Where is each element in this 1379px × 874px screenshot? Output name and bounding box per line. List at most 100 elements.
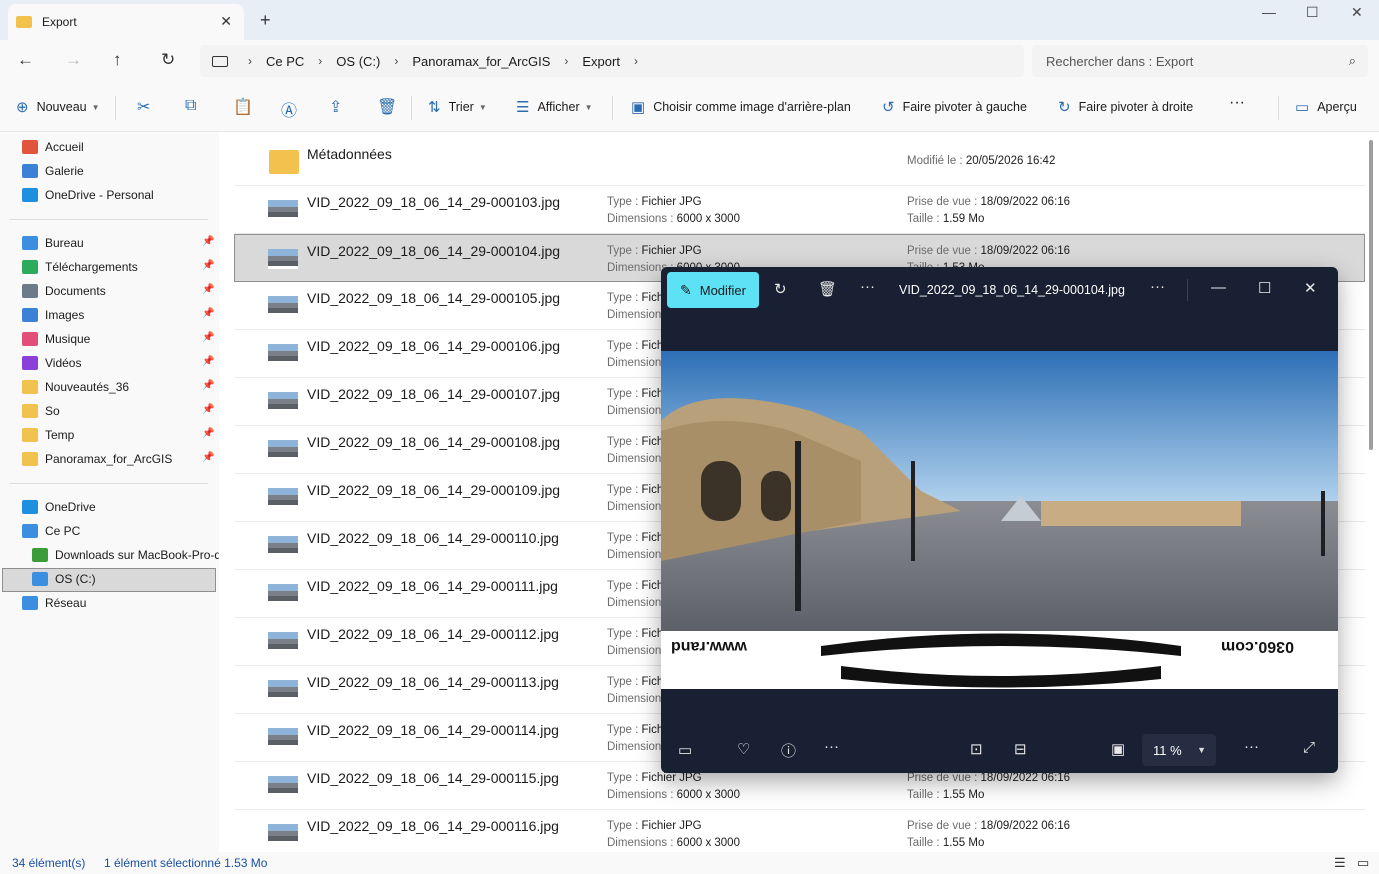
delete-icon[interactable]: 🗑 xyxy=(818,280,837,298)
pin-icon[interactable]: 📌 xyxy=(202,260,214,271)
sidebar-item[interactable]: Downloads sur MacBook-Pro-de xyxy=(32,544,226,566)
forward-button[interactable]: → xyxy=(65,50,82,70)
sidebar-item[interactable]: Bureau xyxy=(22,232,216,254)
breadcrumb-os-c[interactable]: OS (C:) xyxy=(336,54,380,69)
pin-icon[interactable]: 📌 xyxy=(202,356,214,367)
sidebar-item[interactable]: OneDrive xyxy=(22,496,216,518)
rotate-left-button[interactable]: ↺ Faire pivoter à gauche xyxy=(882,98,1027,116)
paste-icon[interactable]: 📋 xyxy=(233,97,253,117)
new-tab-button[interactable]: + xyxy=(260,10,271,31)
file-name: VID_2022_09_18_06_14_29-000104.jpg xyxy=(307,243,561,259)
close-window-button[interactable]: ✕ xyxy=(1351,4,1363,21)
rotate-icon[interactable]: ↻ xyxy=(774,280,787,298)
sidebar-item[interactable]: Ce PC xyxy=(22,520,216,542)
pin-icon[interactable]: 📌 xyxy=(202,236,214,247)
info-icon[interactable]: ⓘ xyxy=(781,740,796,761)
close-icon[interactable]: ✕ xyxy=(1304,279,1317,297)
share-icon[interactable]: ⇪ xyxy=(329,97,342,117)
chevron-down-icon: ▼ xyxy=(1197,745,1206,755)
close-tab-icon[interactable]: ✕ xyxy=(220,13,232,30)
maximize-button[interactable]: ☐ xyxy=(1306,4,1319,21)
sidebar-item[interactable]: Musique xyxy=(22,328,216,350)
file-row[interactable]: VID_2022_09_18_06_14_29-000116.jpg Type :… xyxy=(235,810,1365,858)
file-name: VID_2022_09_18_06_14_29-000113.jpg xyxy=(307,674,559,690)
tab-export[interactable]: Export ✕ xyxy=(8,4,244,40)
more-options-icon[interactable]: ··· xyxy=(1150,278,1165,295)
folder-icon xyxy=(22,452,38,466)
sidebar-item[interactable]: So xyxy=(22,400,216,422)
folder-row[interactable]: Métadonnées Modifié le : 20/05/2026 16:4… xyxy=(235,138,1365,186)
refresh-button[interactable]: ↻ xyxy=(161,50,175,70)
file-name: VID_2022_09_18_06_14_29-000106.jpg xyxy=(307,338,561,354)
set-background-label: Choisir comme image d'arrière-plan xyxy=(653,100,851,114)
pin-icon[interactable]: 📌 xyxy=(202,284,214,295)
sidebar-item[interactable]: Réseau xyxy=(22,592,216,614)
file-row[interactable]: VID_2022_09_18_06_14_29-000103.jpg Type :… xyxy=(235,186,1365,234)
sidebar-item[interactable]: Images xyxy=(22,304,216,326)
view-button[interactable]: ☰ Afficher ▼ xyxy=(516,98,593,116)
sidebar-item[interactable]: Documents xyxy=(22,280,216,302)
visual-search-icon[interactable]: ⊡ xyxy=(970,740,983,758)
document-icon xyxy=(22,284,38,298)
new-button[interactable]: ⊕ Nouveau ▼ xyxy=(16,98,100,116)
pin-icon[interactable]: 📌 xyxy=(202,404,214,415)
up-button[interactable]: ↑ xyxy=(113,50,122,70)
rotate-right-label: Faire pivoter à droite xyxy=(1078,100,1194,114)
pin-icon[interactable]: 📌 xyxy=(202,332,214,343)
image-thumbnail xyxy=(268,824,298,844)
sidebar-item-label: OneDrive xyxy=(45,500,96,514)
delete-icon[interactable]: 🗑 xyxy=(377,97,397,117)
breadcrumb-panoramax[interactable]: Panoramax_for_ArcGIS xyxy=(412,54,550,69)
favorite-icon[interactable]: ♡ xyxy=(737,740,750,758)
viewer-file-title: VID_2022_09_18_06_14_29-000104.jpg xyxy=(899,283,1125,297)
filmstrip-icon[interactable]: ▭ xyxy=(678,741,692,759)
fullscreen-icon[interactable]: ⤢ xyxy=(1303,739,1315,756)
sort-button[interactable]: ⇅ Trier ▼ xyxy=(428,98,487,116)
sidebar-item[interactable]: Galerie xyxy=(22,160,216,182)
breadcrumb-separator: › xyxy=(248,54,252,68)
breadcrumb-export[interactable]: Export xyxy=(582,54,620,69)
sidebar-item[interactable]: OS (C:) xyxy=(32,568,226,590)
vertical-scrollbar[interactable] xyxy=(1369,140,1373,450)
more-icon[interactable]: ··· xyxy=(860,278,875,295)
zoom-select[interactable]: 11 % ▼ xyxy=(1142,734,1216,766)
maximize-icon[interactable]: ☐ xyxy=(1258,279,1271,297)
chevron-down-icon: ▼ xyxy=(584,102,593,112)
search-input[interactable]: Rechercher dans : Export ⌕ xyxy=(1032,45,1368,77)
fit-window-icon[interactable]: ▣ xyxy=(1111,740,1125,758)
type-value: Fichier JPG xyxy=(641,820,702,832)
pin-icon[interactable]: 📌 xyxy=(202,308,214,319)
details-view-icon[interactable]: ☰ xyxy=(1334,855,1346,871)
address-bar[interactable]: › Ce PC › OS (C:) › Panoramax_for_ArcGIS… xyxy=(200,45,1024,77)
more-icon[interactable]: ··· xyxy=(824,738,839,755)
breadcrumb-ce-pc[interactable]: Ce PC xyxy=(266,54,304,69)
sidebar-item[interactable]: Panoramax_for_ArcGIS xyxy=(22,448,216,470)
sidebar-item[interactable]: Accueil xyxy=(22,136,216,158)
pin-icon[interactable]: 📌 xyxy=(202,452,214,463)
text-extract-icon[interactable]: ⊟ xyxy=(1014,740,1027,758)
edit-button[interactable]: ✎ Modifier xyxy=(667,272,759,308)
cut-icon[interactable]: ✂ xyxy=(137,97,150,117)
more-icon[interactable]: ··· xyxy=(1244,738,1259,755)
tiles-view-icon[interactable]: ▭ xyxy=(1357,855,1369,871)
sidebar-item[interactable]: Temp xyxy=(22,424,216,446)
rotate-right-button[interactable]: ↻ Faire pivoter à droite xyxy=(1058,98,1193,116)
set-background-button[interactable]: ▣ Choisir comme image d'arrière-plan xyxy=(631,98,851,116)
sidebar-item[interactable]: Téléchargements xyxy=(22,256,216,278)
copy-icon[interactable]: ⧉ xyxy=(185,97,196,115)
taken-label: Prise de vue : xyxy=(907,820,978,832)
minimize-button[interactable]: — xyxy=(1262,4,1276,20)
sidebar-item[interactable]: Vidéos xyxy=(22,352,216,374)
rename-icon[interactable]: Ⓐ xyxy=(281,97,297,121)
more-button[interactable]: ··· xyxy=(1229,94,1245,112)
preview-button[interactable]: ▭ Aperçu xyxy=(1295,98,1357,116)
preview-icon: ▭ xyxy=(1295,99,1310,116)
back-button[interactable]: ← xyxy=(17,50,34,70)
minimize-icon[interactable]: — xyxy=(1211,279,1226,296)
pin-icon[interactable]: 📌 xyxy=(202,428,214,439)
size-label: Taille : xyxy=(907,213,940,225)
sidebar-item[interactable]: OneDrive - Personal xyxy=(22,184,216,206)
file-type: Type : Fichier JPG xyxy=(607,772,702,784)
sidebar-item[interactable]: Nouveautés_36 xyxy=(22,376,216,398)
pin-icon[interactable]: 📌 xyxy=(202,380,214,391)
